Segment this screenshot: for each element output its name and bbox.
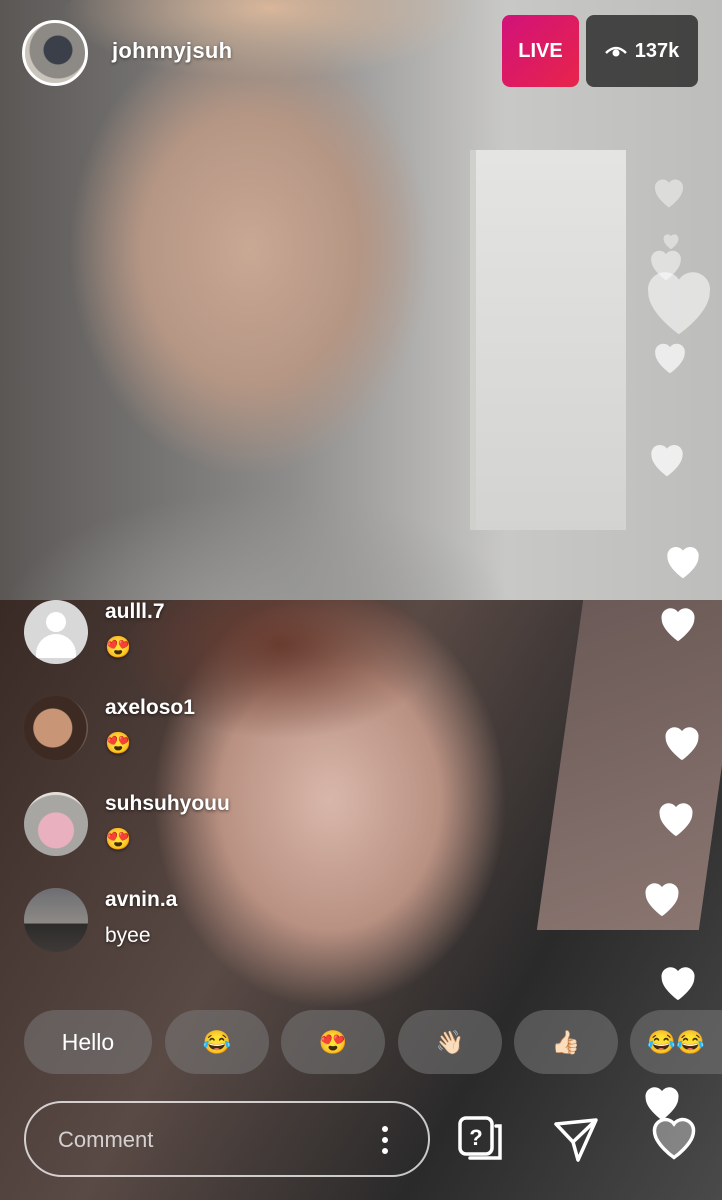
comment-username[interactable]: avnin.a	[105, 888, 177, 912]
heart-icon	[645, 883, 679, 917]
question-sticker-icon[interactable]: ?	[456, 1114, 504, 1162]
quick-reply-wave[interactable]: 👋🏻	[398, 1010, 502, 1074]
avatar[interactable]	[24, 888, 88, 952]
comment-item: suhsuhyouu 😍	[24, 792, 424, 862]
heart-icon	[665, 727, 699, 761]
heart-icon	[654, 179, 684, 208]
heart-icon	[647, 272, 711, 335]
eye-icon	[604, 46, 627, 57]
comment-username[interactable]: suhsuhyouu	[105, 792, 230, 816]
car-window	[536, 600, 722, 930]
comment-composer[interactable]	[24, 1101, 430, 1177]
comment-text: 😍	[105, 828, 132, 851]
heart-icon[interactable]	[648, 1114, 700, 1162]
quick-reply-laugh[interactable]: 😂	[165, 1010, 269, 1074]
quick-reply-hello[interactable]: Hello	[24, 1010, 152, 1074]
comment-text: 😍	[105, 732, 132, 755]
comment-text: 😍	[105, 636, 132, 659]
avatar[interactable]	[24, 792, 88, 856]
svg-text:?: ?	[469, 1125, 482, 1150]
viewer-count-badge[interactable]: 137k	[586, 15, 698, 87]
comment-input[interactable]	[56, 1103, 360, 1177]
heart-icon	[661, 967, 695, 1001]
comment-username[interactable]: axeloso1	[105, 696, 195, 720]
heart-icon	[659, 803, 693, 837]
quick-reply-thumbs-up[interactable]: 👍🏻	[514, 1010, 618, 1074]
host-avatar[interactable]	[22, 20, 88, 86]
heart-icon	[667, 546, 699, 579]
host-shirt	[0, 420, 600, 600]
live-header: johnnyjsuh LIVE 137k	[22, 15, 700, 87]
comment-text: byee	[105, 924, 151, 947]
comment-item: axeloso1 😍	[24, 696, 424, 766]
avatar[interactable]	[24, 696, 88, 760]
comment-item: avnin.a byee	[24, 888, 424, 958]
avatar[interactable]	[24, 600, 88, 664]
host-username[interactable]: johnnyjsuh	[112, 38, 232, 64]
comment-item: aulll.7 😍	[24, 600, 424, 670]
viewer-count: 137k	[634, 39, 680, 62]
heart-icon	[661, 608, 695, 642]
quick-reply-double-laugh[interactable]: 😂😂	[630, 1010, 722, 1074]
quick-reactions: Hello 😂 😍 👋🏻 👍🏻 😂😂	[24, 1010, 722, 1074]
heart-icon	[651, 444, 683, 477]
heart-icon	[655, 343, 685, 374]
comment-username[interactable]: aulll.7	[105, 600, 165, 624]
host-video	[0, 0, 722, 600]
send-icon[interactable]	[552, 1116, 600, 1164]
live-badge: LIVE	[502, 15, 579, 87]
more-vertical-icon[interactable]	[382, 1125, 388, 1155]
quick-reply-heart-eyes[interactable]: 😍	[281, 1010, 385, 1074]
